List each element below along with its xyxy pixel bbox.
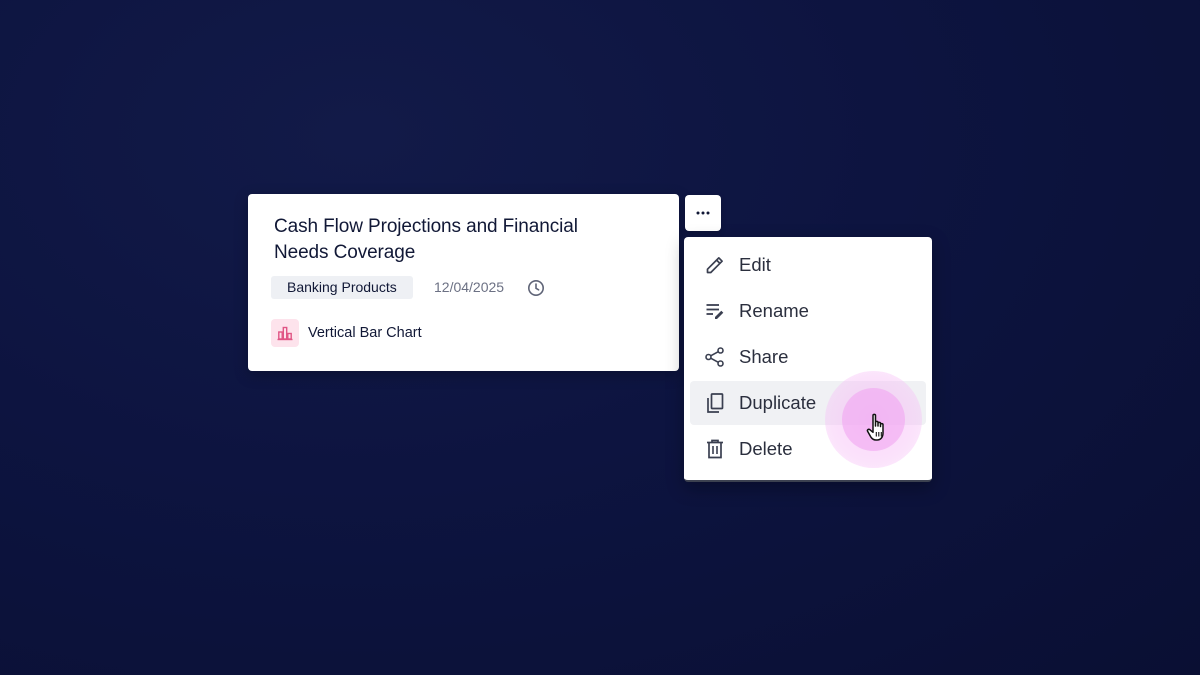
card-date: 12/04/2025 — [434, 279, 505, 295]
card-title: Cash Flow Projections and Financial Need… — [274, 216, 578, 263]
menu-item-rename[interactable]: Rename — [690, 289, 926, 333]
clock-icon — [528, 280, 544, 296]
bar-chart-icon — [271, 319, 299, 347]
category-tag: Banking Products — [271, 276, 413, 299]
chart-type-label: Vertical Bar Chart — [308, 325, 422, 341]
more-options-button[interactable] — [685, 195, 721, 231]
trash-icon — [707, 439, 723, 459]
page: { "card": { "title": "Cash Flow Projecti… — [0, 0, 1200, 675]
pencil-icon — [706, 257, 723, 274]
copy-icon — [707, 393, 724, 413]
menu-item-share[interactable]: Share — [690, 335, 926, 379]
hand-pointer-icon — [866, 413, 884, 441]
more-horizontal-icon — [696, 211, 710, 215]
chart-card[interactable]: Cash Flow Projections and Financial Need… — [248, 194, 679, 371]
menu-item-label: Share — [739, 346, 789, 367]
menu-item-label: Rename — [739, 300, 809, 321]
menu-item-label: Edit — [739, 254, 771, 275]
rename-icon — [706, 304, 724, 319]
share-icon — [705, 347, 724, 367]
menu-item-label: Duplicate — [739, 392, 817, 413]
menu-item-edit[interactable]: Edit — [690, 243, 926, 287]
menu-item-label: Delete — [739, 438, 793, 459]
